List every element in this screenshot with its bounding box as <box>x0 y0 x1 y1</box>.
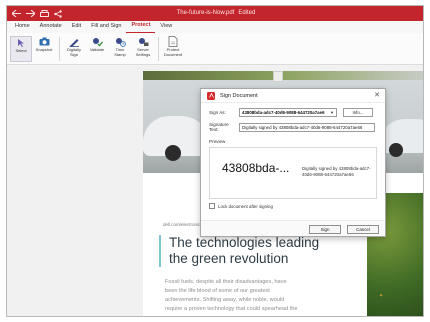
chevron-down-icon: ▼ <box>330 110 334 115</box>
preview-signer-id: 43808bda-... <box>222 161 290 175</box>
snapshot-button[interactable]: Snapshot <box>33 36 55 53</box>
app-logo-icon <box>207 91 215 100</box>
menu-fill-and-sign[interactable]: Fill and Sign <box>86 22 126 33</box>
body-line: Fossil fuels, despite all their disadvan… <box>165 279 287 285</box>
menu-edit[interactable]: Edit <box>67 22 86 33</box>
time-stamp-button[interactable]: Time Stamp <box>109 36 131 57</box>
window-title: The-future-is-Now.pdf Edited <box>7 6 423 21</box>
server-settings-button[interactable]: Server Settings <box>132 36 154 57</box>
protect-document-button[interactable]: Protect Document <box>162 36 184 57</box>
camera-icon <box>38 36 50 47</box>
validate-icon <box>91 36 103 47</box>
sign-as-select[interactable]: 43808bda-adc7-40d6-9088-644720a7ae6 ▼ <box>239 108 337 117</box>
dialog-title: Sign Document <box>220 92 258 99</box>
edited-status: Edited <box>238 10 256 16</box>
heading-line-2: the green revolution <box>169 251 289 266</box>
lock-document-checkbox[interactable] <box>209 203 215 209</box>
protect-ribbon: Select Snapshot Digitally Sign Validate <box>7 33 423 65</box>
validate-button[interactable]: Validate <box>86 36 108 53</box>
server-settings-icon <box>137 36 149 47</box>
info-button[interactable]: Info... <box>343 108 373 117</box>
preview-label: Preview <box>209 139 226 144</box>
sign-document-dialog: Sign Document ✕ Sign As: 43808bda-adc7-4… <box>200 88 386 237</box>
page-thumbnail-icon <box>273 71 283 82</box>
signature-text-field[interactable]: Digitally signed by 43808bda-adc7-40d6-9… <box>239 122 375 132</box>
document-title: The-future-is-Now.pdf <box>176 10 235 16</box>
validate-label: Validate <box>89 47 105 52</box>
sign-as-value: 43808bda-adc7-40d6-9088-644720a7ae6 <box>242 110 325 115</box>
preview-signed-text: Digitally signed by 43808bda-adc7-40d6-9… <box>302 166 371 177</box>
sparkle-icon: ✦ <box>379 293 384 299</box>
cancel-button[interactable]: Cancel <box>347 225 379 234</box>
menu-annotate[interactable]: Annotate <box>35 22 67 33</box>
snapshot-label: Snapshot <box>35 47 53 52</box>
signature-text-row: Signature Text: Digitally signed by 4380… <box>209 122 375 132</box>
sign-pen-icon <box>68 36 80 47</box>
app-window: The-future-is-Now.pdf Edited Home Annotat… <box>6 5 424 317</box>
sign-as-row: Sign As: 43808bda-adc7-40d6-9088-644720a… <box>209 108 373 117</box>
article-body: Fossil fuels, despite all their disadvan… <box>165 278 365 314</box>
protect-document-label: Protect Document <box>163 47 183 57</box>
sign-button[interactable]: Sign <box>309 225 341 234</box>
menu-bar: Home Annotate Edit Fill and Sign Protect… <box>7 21 423 33</box>
article-heading: The technologies leading the green revol… <box>159 235 369 267</box>
ribbon-divider <box>59 37 60 61</box>
signature-preview: 43808bda-... Digitally signed by 43808bd… <box>209 147 377 199</box>
heading-line-1: The technologies leading <box>169 235 320 250</box>
select-label: Select <box>15 48 27 53</box>
lock-document-option[interactable]: Lock document after signing <box>209 203 273 209</box>
body-line: been the life blood of some of our great… <box>165 288 270 294</box>
select-button[interactable]: Select <box>10 36 32 62</box>
digitally-sign-label: Digitally Sign <box>66 47 81 57</box>
digitally-sign-button[interactable]: Digitally Sign <box>63 36 85 57</box>
signature-text-label: Signature Text: <box>209 122 229 132</box>
ribbon-divider <box>158 37 159 61</box>
dialog-footer: Sign Cancel <box>201 220 385 236</box>
sign-as-label: Sign As: <box>209 110 226 115</box>
menu-protect[interactable]: Protect <box>126 21 156 33</box>
timestamp-icon <box>114 36 126 47</box>
title-bar: The-future-is-Now.pdf Edited <box>7 6 423 21</box>
body-line: achievements. Shifting away, while noble… <box>165 297 285 303</box>
lock-document-label: Lock document after signing <box>218 203 273 209</box>
menu-home[interactable]: Home <box>10 22 35 33</box>
time-stamp-label: Time Stamp <box>114 47 126 57</box>
body-line: require a proven technology that could s… <box>165 306 298 312</box>
menu-view[interactable]: View <box>155 22 177 33</box>
source-text: dell.com/electronic/ <box>163 222 202 227</box>
server-settings-label: Server Settings <box>135 47 151 57</box>
protect-document-icon <box>167 36 179 47</box>
dialog-title-bar: Sign Document ✕ <box>201 89 385 103</box>
cursor-icon <box>15 37 27 48</box>
close-icon[interactable]: ✕ <box>374 92 380 100</box>
